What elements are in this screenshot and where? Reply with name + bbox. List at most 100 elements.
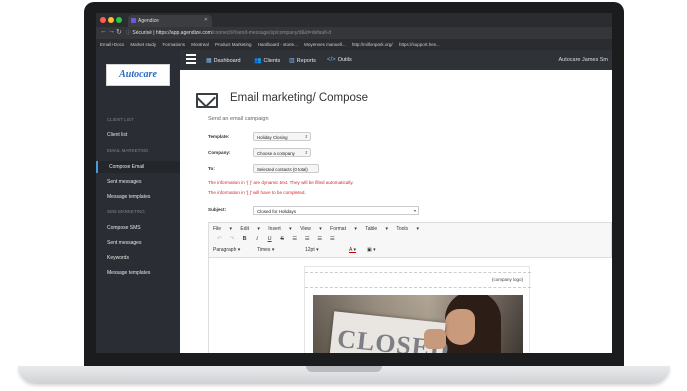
autocare-logo[interactable]: Autocare [106,64,170,86]
tab-title: Agendize [138,18,159,24]
to-recipients-select[interactable]: Selected contacts (0 total) [253,164,319,173]
page-subtitle: Send an email campaign [208,116,269,122]
laptop-mockup: Agendize ✕ ← → ↻ ⓘ Sécurisé | https://ap… [0,0,687,391]
main-content: Email marketing/ Compose Send an email c… [180,70,612,353]
nav-outils[interactable]: </> Outils [327,57,352,63]
bookmark-item[interactable]: https://support.hes... [399,42,440,47]
undo-icon[interactable]: ↶ [214,236,225,242]
url-path: /connect/#/send-message/sp/company/d&id=… [211,30,332,36]
editor-menu-tools[interactable]: Tools ▾ [396,226,419,232]
format-block-select[interactable]: Paragraph ▾ [213,247,240,253]
underline-icon[interactable]: U [264,236,275,242]
to-label: To: [208,166,215,171]
maximize-window-icon[interactable] [116,17,122,23]
sidebar: Autocare CLIENT LIST Client list EMAIL M… [96,50,180,353]
minimize-window-icon[interactable] [108,17,114,23]
bookmark-item[interactable]: Moyennes manuell... [304,42,346,47]
bookmark-item[interactable]: Email+Docs [100,42,124,47]
select-caret-icon: ⇕ [304,150,308,155]
rich-text-editor: File ▾ Edit ▾ Insert ▾ View ▾ Format ▾ T… [208,222,612,353]
hamburger-menu-icon[interactable] [186,54,196,64]
strikethrough-icon[interactable]: S [277,236,288,242]
editor-menu-file[interactable]: File ▾ [213,226,232,232]
editor-canvas[interactable]: {company logo} CLOSED [209,257,612,353]
bookmark-item[interactable]: Hardboard - storie... [258,42,298,47]
sidebar-item-keywords[interactable]: Keywords [96,252,180,264]
sidebar-item-sent-messages-sms[interactable]: Sent messages [96,237,180,249]
template-select[interactable]: Holiday Closing ⇕ [253,132,311,141]
template-value: Holiday Closing [257,134,288,140]
nav-outils-label: Outils [337,57,352,63]
bookmark-item[interactable]: Product Marketing [215,42,252,47]
font-size-select[interactable]: 12pt ▾ [305,247,319,253]
tab-favicon-icon [131,18,136,23]
editor-menu-edit[interactable]: Edit ▾ [240,226,260,232]
sidebar-item-compose-sms[interactable]: Compose SMS [96,222,180,234]
background-color-icon[interactable]: ▣ ▾ [367,247,376,253]
company-logo-placeholder: {company logo} [491,277,523,282]
editor-menu-format[interactable]: Format ▾ [330,226,357,232]
subject-input[interactable]: Closed for Holidays ▾ [253,206,419,215]
sidebar-item-message-templates-email[interactable]: Message templates [96,191,180,203]
users-icon: 👥 [254,58,262,64]
page-title: Email marketing/ Compose [230,92,369,104]
template-label: Template: [208,134,230,139]
code-icon: </> [327,57,336,63]
nav-reports-label: Reports [296,58,316,64]
bookmark-item[interactable]: Market study [130,42,156,47]
laptop-notch [306,366,382,372]
align-right-icon[interactable]: ☰ [314,236,325,242]
close-window-icon[interactable] [100,17,106,23]
redo-icon[interactable]: ↷ [227,236,238,242]
bookmark-item[interactable]: http://millonpark.org/ [352,42,393,47]
text-color-icon[interactable]: A ▾ [349,247,356,253]
font-family-select[interactable]: Times ▾ [257,247,274,253]
nav-clients-label: Clients [263,58,281,64]
bar-chart-icon: ▥ [289,58,295,64]
align-center-icon[interactable]: ☰ [302,236,313,242]
closed-sign-photo: CLOSED [313,295,523,353]
editor-menu-insert[interactable]: Insert ▾ [268,226,291,232]
sidebar-item-compose-email[interactable]: Compose Email [96,161,180,173]
editor-menu-table[interactable]: Table ▾ [365,226,388,232]
back-icon[interactable]: ← [100,28,107,35]
browser-urlbar: ← → ↻ ⓘ Sécurisé | https://app.agendize.… [96,27,612,39]
browser-tabbar: Agendize ✕ [96,13,612,27]
align-left-icon[interactable]: ☰ [289,236,300,242]
email-template-body: {company logo} CLOSED [304,266,531,353]
align-justify-icon[interactable]: ☰ [327,236,338,242]
url-secure-label: Sécurisé [132,30,152,36]
sidebar-heading-sms: SMS MARKETING [107,209,145,214]
editor-toolbar-formatting: ↶ ↷ B I U S ☰ ☰ ☰ ☰ [209,234,612,245]
email-top-block [305,267,531,273]
top-navbar: ▦ Dashboard 👥 Clients ▥ Reports </> Outils A… [180,50,612,70]
sidebar-item-sent-messages-email[interactable]: Sent messages [96,176,180,188]
nav-dashboard[interactable]: ▦ Dashboard [206,57,241,64]
user-menu[interactable]: Autocare James Sm [558,57,608,63]
close-tab-icon[interactable]: ✕ [204,17,208,23]
italic-icon[interactable]: I [252,236,263,242]
dropdown-caret-icon: ▾ [413,208,416,213]
browser-tab[interactable]: Agendize ✕ [128,15,212,27]
divider [305,287,531,288]
nav-dashboard-label: Dashboard [213,58,241,64]
editor-toolbar-font: Paragraph ▾ Times ▾ 12pt ▾ A ▾ ▣ ▾ [209,245,612,256]
photo-hand [424,329,446,349]
company-select[interactable]: Choose a company ⇕ [253,148,311,157]
company-value: Choose a company [257,150,295,156]
editor-menu-view[interactable]: View ▾ [300,226,322,232]
reload-icon[interactable]: ↻ [116,28,122,36]
nav-reports[interactable]: ▥ Reports [289,57,316,64]
envelope-icon [196,93,218,108]
sidebar-item-client-list[interactable]: Client list [96,129,180,141]
company-label: Company: [208,150,231,155]
sidebar-item-message-templates-sms[interactable]: Message templates [96,267,180,279]
nav-clients[interactable]: 👥 Clients [254,57,280,64]
forward-icon[interactable]: → [108,28,115,35]
bookmark-item[interactable]: Montreal [191,42,209,47]
to-value: Selected contacts (0 total) [257,166,308,172]
address-bar[interactable]: ⓘ Sécurisé | https://app.agendize.com/co… [126,29,331,36]
bold-icon[interactable]: B [239,236,250,242]
bookmark-item[interactable]: Formations [162,42,185,47]
subject-label: Subject: [208,207,227,212]
